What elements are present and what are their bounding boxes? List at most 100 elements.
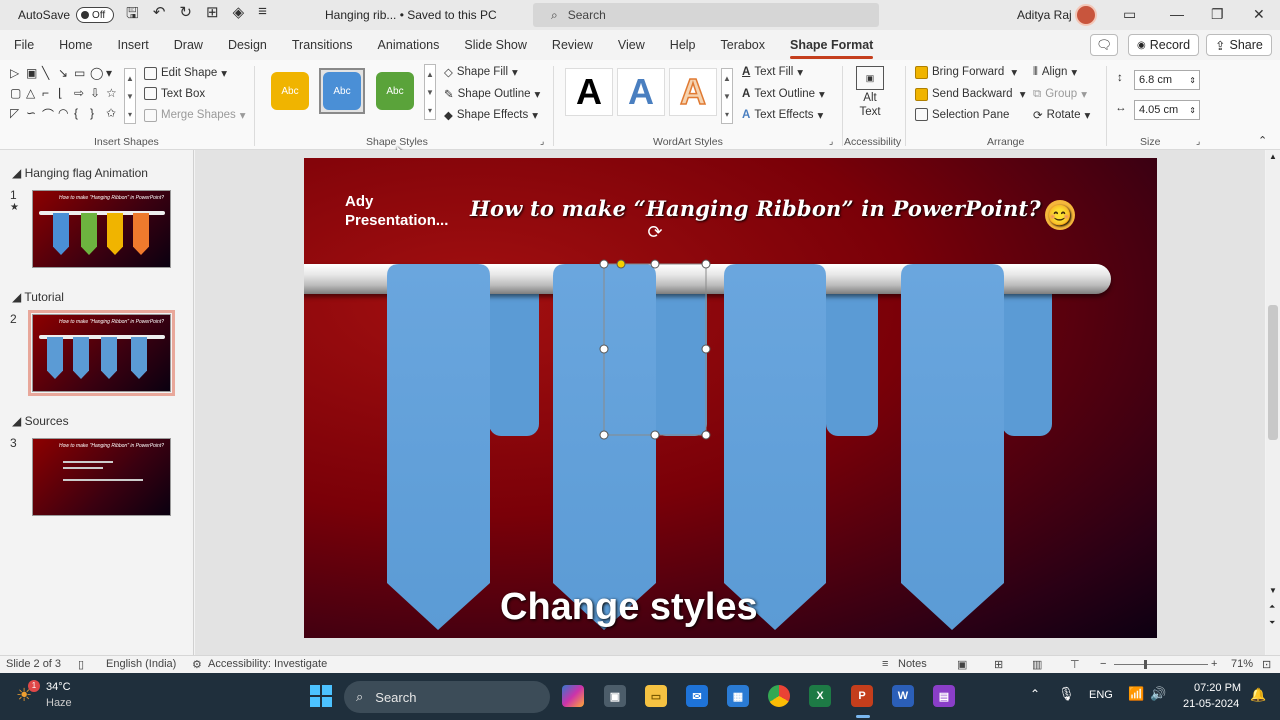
- text-effects-button[interactable]: A Text Effects ▾: [742, 108, 823, 122]
- notifications-icon[interactable]: 🔔: [1250, 687, 1266, 703]
- spelling-icon[interactable]: ▯: [78, 658, 84, 671]
- group-button[interactable]: ⧉ Group ▾: [1033, 87, 1087, 102]
- word-icon[interactable]: W: [892, 685, 914, 707]
- scroll-up-icon[interactable]: ▲: [1269, 152, 1277, 161]
- resize-handle[interactable]: [701, 430, 711, 440]
- scroll-up-icon[interactable]: ▲: [426, 70, 434, 79]
- shape-downarrow-icon[interactable]: ⇩: [90, 86, 106, 100]
- expand-gallery-icon[interactable]: ▾: [725, 110, 729, 119]
- accessibility-status[interactable]: Accessibility: Investigate: [208, 658, 327, 670]
- shape-brace-right-icon[interactable]: }: [90, 106, 106, 123]
- shape-curve-icon[interactable]: ⌒: [42, 106, 58, 123]
- format-painter-icon[interactable]: ◈: [233, 3, 245, 28]
- shape-more-icon[interactable]: ▾: [106, 66, 122, 80]
- tab-insert[interactable]: Insert: [118, 38, 149, 52]
- resize-handle[interactable]: [650, 430, 660, 440]
- text-box-button[interactable]: Text Box: [144, 87, 205, 100]
- tab-draw[interactable]: Draw: [174, 38, 203, 52]
- shape-rightarrow-icon[interactable]: ⇨: [74, 86, 90, 100]
- show-hidden-icons-icon[interactable]: ⌃: [1030, 687, 1040, 701]
- shape-style-yellow[interactable]: Abc: [267, 68, 313, 114]
- wordart-scroll[interactable]: ▲ ▼ ▾: [721, 68, 733, 124]
- resize-handle[interactable]: [599, 344, 609, 354]
- expand-gallery-icon[interactable]: ▾: [428, 106, 432, 115]
- wifi-icon[interactable]: 📶: [1128, 686, 1144, 702]
- next-slide-icon[interactable]: ⏷: [1269, 618, 1275, 628]
- rotate-button[interactable]: ⟳ Rotate ▾: [1033, 108, 1090, 122]
- store-icon[interactable]: ▦: [727, 685, 749, 707]
- scroll-down-icon[interactable]: ▼: [426, 88, 434, 97]
- minimize-icon[interactable]: —: [1170, 6, 1184, 22]
- text-outline-button[interactable]: A Text Outline ▾: [742, 87, 825, 101]
- shape-styles-scroll[interactable]: ▲ ▼ ▾: [424, 64, 436, 120]
- share-button[interactable]: ⇪ Share: [1206, 34, 1272, 56]
- ribbon-front-3[interactable]: [724, 264, 826, 630]
- microphone-icon[interactable]: 🎙: [1058, 686, 1075, 702]
- chrome-icon[interactable]: [768, 685, 790, 707]
- slide-thumbnail-2[interactable]: How to make "Hanging Ribbon" in PowerPoi…: [28, 310, 175, 396]
- tab-animations[interactable]: Animations: [378, 38, 440, 52]
- shape-height-field[interactable]: 6.8 cm ⇕: [1134, 70, 1200, 90]
- tab-transitions[interactable]: Transitions: [292, 38, 353, 52]
- shape-freeform-icon[interactable]: ∽: [26, 106, 42, 123]
- comments-button[interactable]: 🗨: [1090, 34, 1118, 56]
- save-icon[interactable]: 🖫: [126, 3, 139, 28]
- powerpoint-icon[interactable]: P: [851, 685, 873, 707]
- slideshow-icon[interactable]: ⊤: [1070, 658, 1080, 671]
- close-icon[interactable]: ✕: [1253, 6, 1265, 23]
- avatar[interactable]: [1075, 4, 1097, 26]
- zoom-level[interactable]: 71%: [1231, 658, 1253, 670]
- shapes-gallery-scroll[interactable]: ▲ ▼ ▾: [124, 68, 136, 124]
- align-button[interactable]: ⫴ Align ▾: [1033, 65, 1077, 80]
- shape-pentagon-icon[interactable]: ▷: [10, 66, 26, 80]
- resize-handle[interactable]: [650, 259, 660, 269]
- shape-effects-button[interactable]: ◆ Shape Effects ▾: [444, 108, 538, 122]
- scroll-down-icon[interactable]: ▼: [1269, 586, 1277, 595]
- normal-view-icon[interactable]: ▣: [957, 658, 967, 671]
- edit-shape-button[interactable]: Edit Shape ▾: [144, 66, 227, 80]
- user-name[interactable]: Aditya Raj: [1017, 8, 1072, 22]
- alt-text-button[interactable]: ▣ Alt Text: [856, 66, 884, 118]
- tab-slide-show[interactable]: Slide Show: [464, 38, 527, 52]
- shape-brace-left-icon[interactable]: {: [74, 106, 90, 123]
- resize-handle[interactable]: [599, 259, 609, 269]
- maximize-icon[interactable]: ❐: [1211, 6, 1224, 23]
- ribbon-front-4[interactable]: [901, 264, 1004, 630]
- bring-forward-button[interactable]: Bring Forward ▾: [915, 65, 1017, 79]
- shape-arrow-icon[interactable]: ↘: [58, 66, 74, 80]
- wordart-blue[interactable]: A: [617, 68, 665, 116]
- merge-shapes-button[interactable]: Merge Shapes ▾: [144, 108, 246, 122]
- ribbon-display-icon[interactable]: ▭: [1123, 6, 1136, 23]
- wordart-black[interactable]: A: [565, 68, 613, 116]
- tab-shape-format[interactable]: Shape Format: [790, 38, 874, 59]
- shape-style-green[interactable]: Abc: [372, 68, 418, 114]
- tab-review[interactable]: Review: [552, 38, 593, 52]
- shape-outline-button[interactable]: ✎ Shape Outline ▾: [444, 87, 540, 101]
- clock-date[interactable]: 21-05-2024: [1183, 698, 1239, 710]
- zoom-slider-thumb[interactable]: [1144, 660, 1147, 669]
- shapes-gallery[interactable]: ▷ ▣ ╲ ↘ ▭ ◯ ▾ ▢ △ ⌐ ⌊ ⇨ ⇩ ☆ ◸ ∽ ⌒ ◠{} ✩: [10, 66, 122, 123]
- dialog-launcher-icon[interactable]: ⌟: [829, 136, 833, 147]
- scroll-thumb[interactable]: [1268, 305, 1278, 440]
- start-button[interactable]: [310, 685, 332, 707]
- collapse-ribbon-icon[interactable]: ⌃: [1258, 134, 1267, 147]
- shape-oval-icon[interactable]: ◯: [90, 66, 106, 80]
- spinner-icon[interactable]: ⇕: [1189, 76, 1196, 85]
- section-tutorial[interactable]: ◢ Tutorial: [12, 290, 64, 304]
- scroll-down-icon[interactable]: ▼: [126, 92, 134, 101]
- clock-time[interactable]: 07:20 PM: [1194, 682, 1241, 694]
- resize-handle[interactable]: [599, 430, 609, 440]
- customize-qat-icon[interactable]: ≡: [258, 3, 267, 28]
- tab-file[interactable]: File: [14, 38, 34, 52]
- adjust-handle[interactable]: [616, 259, 626, 269]
- slide-thumbnail-1[interactable]: How to make "Hanging Ribbon" in PowerPoi…: [32, 190, 171, 268]
- resize-handle[interactable]: [701, 344, 711, 354]
- shape-star5-icon[interactable]: ✩: [106, 106, 122, 123]
- resize-handle[interactable]: [701, 259, 711, 269]
- zoom-out-icon[interactable]: −: [1100, 658, 1106, 670]
- spinner-icon[interactable]: ⇕: [1189, 106, 1196, 115]
- tab-help[interactable]: Help: [670, 38, 696, 52]
- copilot-icon[interactable]: [562, 685, 584, 707]
- redo-icon[interactable]: ↻: [179, 3, 192, 28]
- text-fill-button[interactable]: A Text Fill ▾: [742, 65, 803, 79]
